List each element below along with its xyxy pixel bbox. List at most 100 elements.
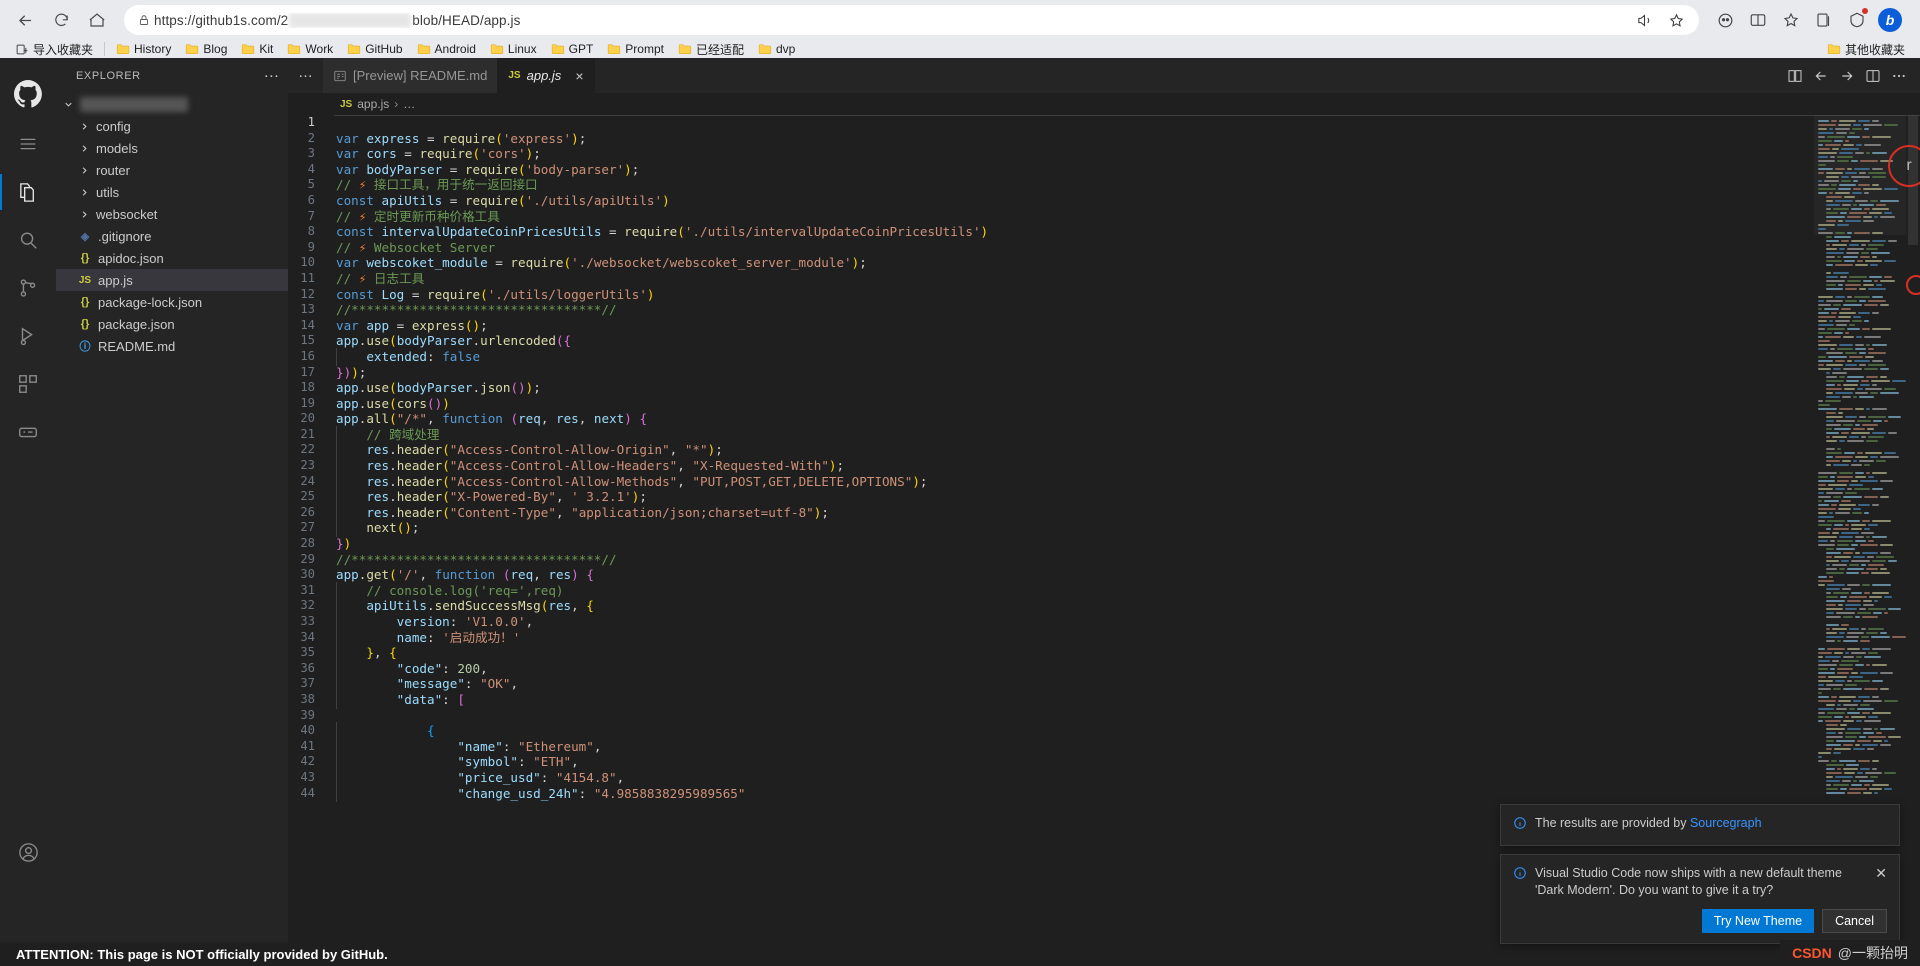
code-line[interactable]: 5 // ⚡ 接口工具，用于统一返回接口 [288, 177, 1920, 193]
sidebar-more-actions-button[interactable]: … [263, 65, 280, 81]
code-line[interactable]: 3 var cors = require('cors'); [288, 146, 1920, 162]
bookmark-prompt[interactable]: Prompt [600, 41, 671, 57]
editor-forward-icon[interactable] [1836, 65, 1858, 87]
bookmark-linux[interactable]: Linux [483, 41, 544, 57]
code-line[interactable]: 21 // 跨域处理 [288, 425, 1920, 444]
search-icon[interactable] [0, 216, 56, 264]
code-line[interactable]: 25 res.header("X-Powered-By", ' 3.2.1'); [288, 488, 1920, 506]
star-icon[interactable] [1663, 7, 1689, 33]
code-line[interactable]: 12 const Log = require('./utils/loggerUti… [288, 287, 1920, 303]
other-favorites-button[interactable]: 其他收藏夹 [1820, 40, 1912, 59]
github-logo-icon[interactable] [0, 68, 56, 120]
bookmark-kit[interactable]: Kit [234, 41, 280, 57]
code-line[interactable]: 39 [288, 708, 1920, 724]
tree-file-apidoc-json[interactable]: {} apidoc.json [56, 247, 288, 269]
collections-icon[interactable] [1808, 4, 1840, 36]
code-line[interactable]: 22 res.header("Access-Control-Allow-Orig… [288, 441, 1920, 459]
remote-explorer-icon[interactable] [0, 408, 56, 456]
browser-essentials-icon[interactable] [1841, 4, 1873, 36]
code-line[interactable]: 2 var express = require('express'); [288, 131, 1920, 147]
code-line[interactable]: 35 }, { [288, 644, 1920, 662]
editor-vertical-scrollbar[interactable] [1906, 115, 1920, 966]
close-icon[interactable]: ✕ [1875, 865, 1887, 882]
bookmark-android[interactable]: Android [410, 41, 483, 57]
code-line[interactable]: 34 name: '启动成功！' [288, 628, 1920, 646]
code-line[interactable]: 14 var app = express(); [288, 318, 1920, 334]
menu-icon[interactable] [0, 120, 56, 168]
code-line[interactable]: 7 // ⚡ 定时更新币种价格工具 [288, 209, 1920, 225]
read-aloud-icon[interactable] [1631, 7, 1657, 33]
sidebar-item-explorer[interactable] [0, 168, 56, 216]
code-line[interactable]: 42 "symbol": "ETH", [288, 753, 1920, 771]
code-line[interactable]: 16 extended: false [288, 347, 1920, 366]
code-line[interactable]: 20 app.all("/*", function (req, res, next… [288, 411, 1920, 427]
code-line[interactable]: 4 var bodyParser = require('body-parser')… [288, 162, 1920, 178]
source-control-icon[interactable] [0, 264, 56, 312]
tree-folder-router[interactable]: router [56, 159, 288, 181]
code-line[interactable]: 15 app.use(bodyParser.urlencoded({ [288, 333, 1920, 349]
bookmark-github[interactable]: GitHub [340, 41, 409, 57]
extensions-icon[interactable] [0, 360, 56, 408]
tree-file-readme-md[interactable]: ⓘ README.md [56, 335, 288, 357]
code-line[interactable]: 33 version: 'V1.0.0', [288, 613, 1920, 631]
code-line[interactable]: 26 res.header("Content-Type", "applicati… [288, 503, 1920, 522]
code-line[interactable]: 28}) [288, 536, 1920, 552]
import-favorites-button[interactable]: 导入收藏夹 [8, 40, 100, 59]
tab-overflow-button[interactable]: … [288, 58, 323, 93]
favorites-icon[interactable] [1775, 4, 1807, 36]
home-button[interactable] [80, 3, 114, 37]
code-line[interactable]: 6 const apiUtils = require('./utils/apiUt… [288, 193, 1920, 209]
code-line[interactable]: 36 "code": 200, [288, 659, 1920, 677]
bookmark-work[interactable]: Work [280, 41, 340, 57]
open-changes-icon[interactable] [1784, 65, 1806, 87]
code-line[interactable]: 10 var webscoket_module = require('./webs… [288, 255, 1920, 271]
code-line[interactable]: 31 // console.log('req=',req) [288, 581, 1920, 599]
code-line[interactable]: 17})); [288, 365, 1920, 381]
bookmark-blog[interactable]: Blog [178, 41, 234, 57]
back-button[interactable] [8, 3, 42, 37]
tree-file-app-js[interactable]: JS app.js [56, 269, 288, 291]
refresh-button[interactable] [44, 3, 78, 37]
code-line[interactable]: 8 const intervalUpdateCoinPricesUtils = r… [288, 224, 1920, 240]
code-line[interactable]: 30 app.get('/', function (req, res) { [288, 567, 1920, 583]
code-line[interactable]: 24 res.header("Access-Control-Allow-Meth… [288, 472, 1920, 490]
run-debug-icon[interactable] [0, 312, 56, 360]
code-line[interactable]: 9 // ⚡ Websocket Server [288, 240, 1920, 256]
code-line[interactable]: 13 //*********************************// [288, 302, 1920, 318]
bookmark-adapted[interactable]: 已经适配 [671, 40, 751, 59]
tab-preview-readme[interactable]: [Preview] README.md [323, 58, 499, 93]
bookmark-dvp[interactable]: dvp [751, 41, 802, 57]
copilot-icon[interactable] [1709, 4, 1741, 36]
cancel-button[interactable]: Cancel [1822, 909, 1887, 933]
split-screen-icon[interactable] [1742, 4, 1774, 36]
code-line[interactable]: 18 app.use(bodyParser.json()); [288, 380, 1920, 396]
split-editor-icon[interactable] [1862, 65, 1884, 87]
sourcegraph-link[interactable]: Sourcegraph [1690, 816, 1762, 830]
bookmark-history[interactable]: History [109, 41, 178, 57]
code-line[interactable]: 19 app.use(cors()) [288, 396, 1920, 412]
tree-file-package-json[interactable]: {} package.json [56, 313, 288, 335]
code-line[interactable]: 40 { [288, 722, 1920, 740]
code-line[interactable]: 32 apiUtils.sendSuccessMsg(res, { [288, 597, 1920, 615]
bing-chat-icon[interactable]: b [1874, 4, 1906, 36]
code-line[interactable]: 29 //*********************************// [288, 552, 1920, 568]
tree-folder-models[interactable]: models [56, 137, 288, 159]
editor-back-icon[interactable] [1810, 65, 1832, 87]
code-line[interactable]: 38 "data": [ [288, 690, 1920, 709]
code-line[interactable]: 37 "message": "OK", [288, 675, 1920, 693]
code-line[interactable]: 1 [288, 115, 1920, 131]
code-line[interactable]: 23 res.header("Access-Control-Allow-Head… [288, 457, 1920, 475]
try-new-theme-button[interactable]: Try New Theme [1701, 909, 1815, 933]
tree-folder-websocket[interactable]: websocket [56, 203, 288, 225]
code-line[interactable]: 11 // ⚡ 日志工具 [288, 271, 1920, 287]
tree-folder-utils[interactable]: utils [56, 181, 288, 203]
code-line[interactable]: 41 "name": "Ethereum", [288, 737, 1920, 755]
tab-app-js[interactable]: JS app.js × [498, 58, 595, 93]
more-actions-icon[interactable] [1888, 65, 1910, 87]
account-icon[interactable] [0, 828, 56, 876]
tree-folder-config[interactable]: config [56, 115, 288, 137]
code-line[interactable]: 44 "change_usd_24h": "4.9858838295989565… [288, 784, 1920, 802]
code-line[interactable]: 27 next(); [288, 519, 1920, 537]
bookmark-gpt[interactable]: GPT [544, 41, 601, 57]
code-line[interactable]: 43 "price_usd": "4154.8", [288, 768, 1920, 787]
